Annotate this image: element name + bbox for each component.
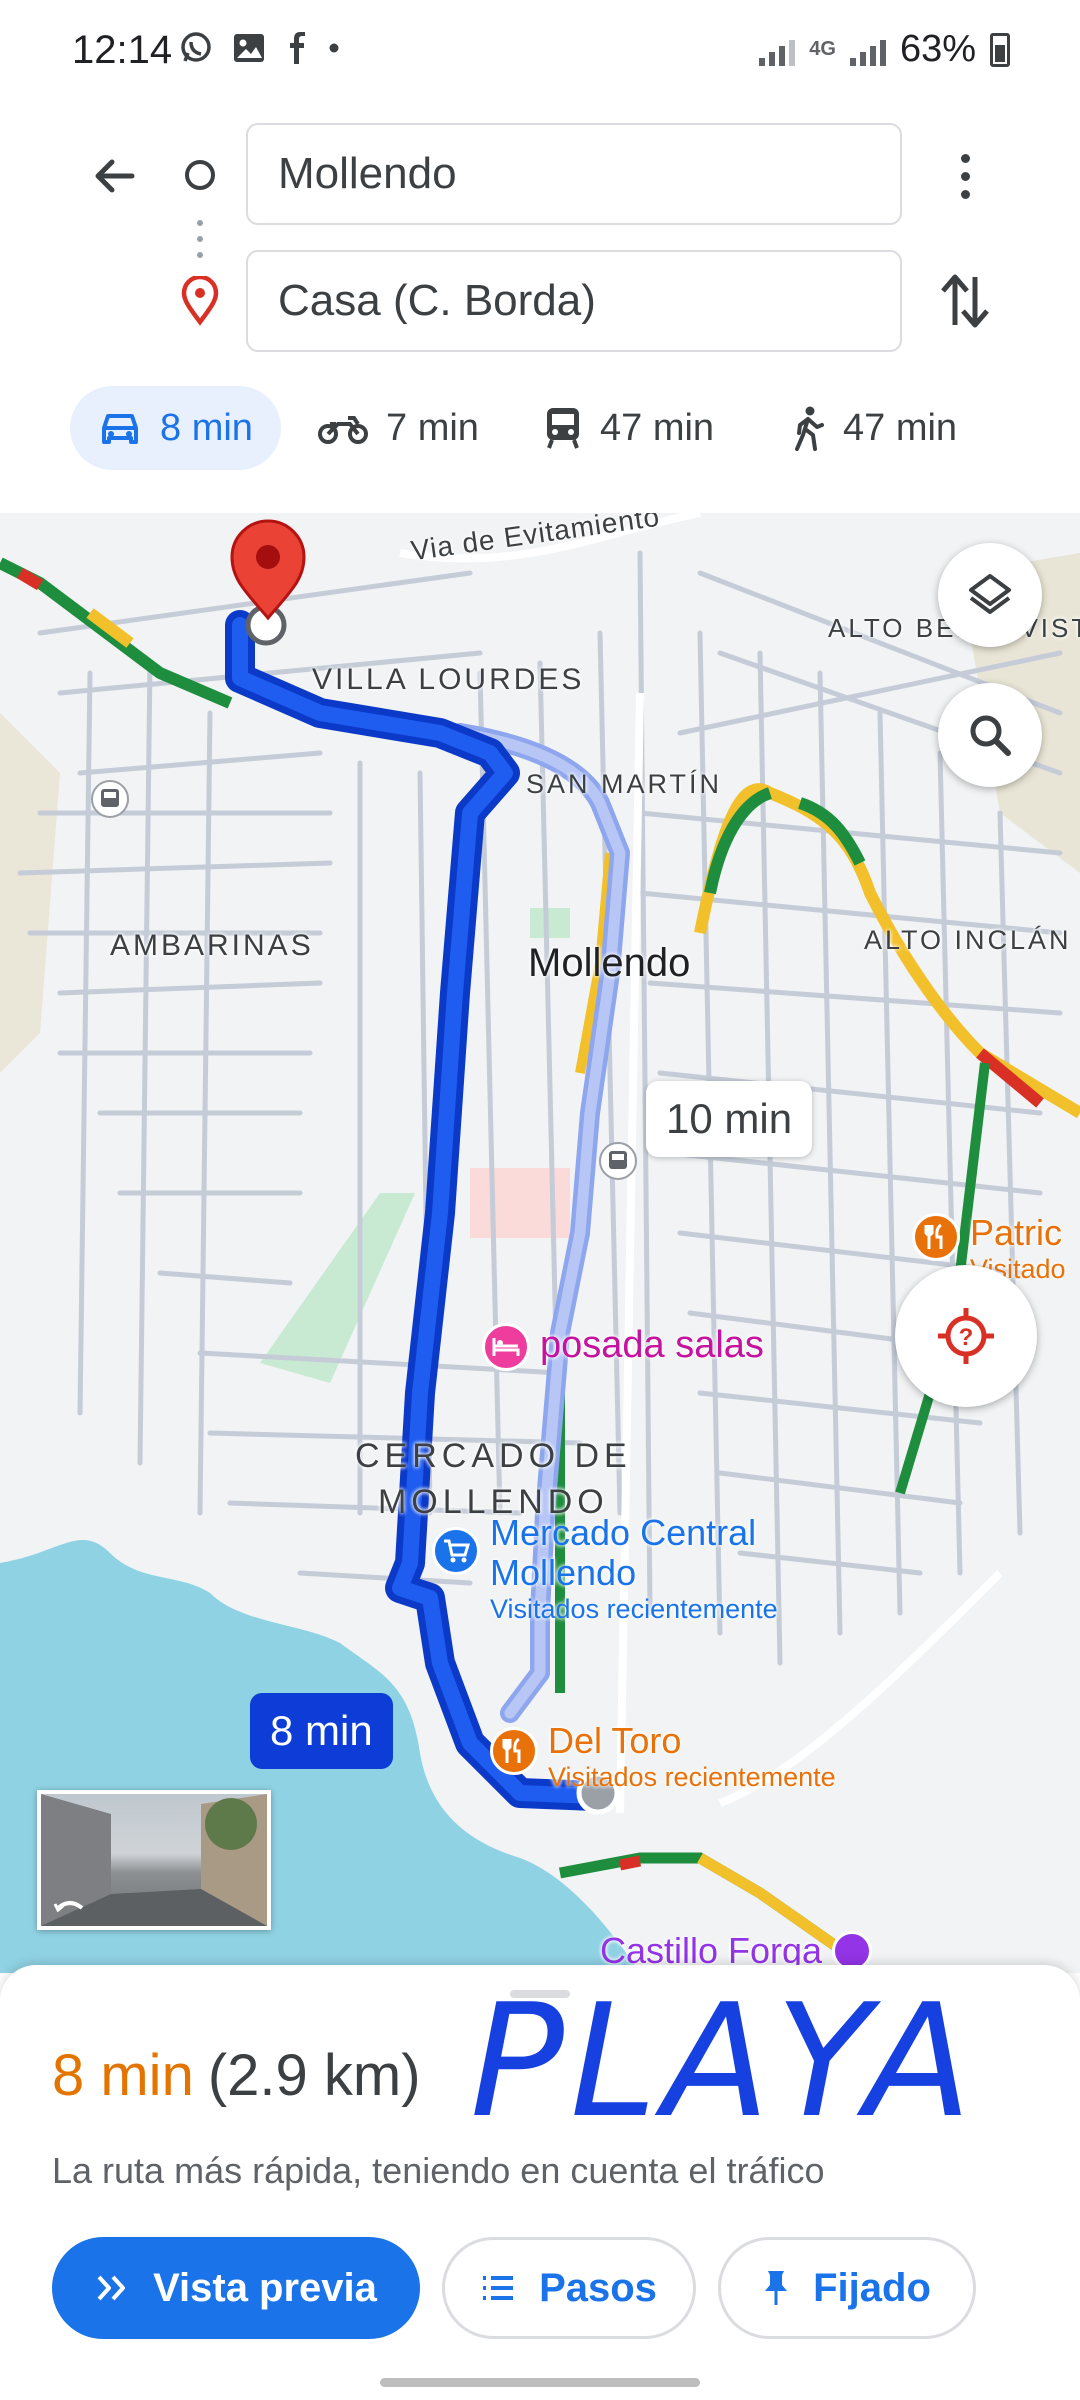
pin-label: Fijado <box>813 2265 931 2310</box>
route-summary-sheet[interactable]: 8 min (2.9 km) La ruta más rápida, tenie… <box>0 1965 1080 2400</box>
gesture-bar[interactable] <box>380 2378 700 2387</box>
pin-button[interactable]: Fijado <box>718 2237 976 2339</box>
pin-icon <box>765 2271 788 2305</box>
more-options-button[interactable] <box>935 140 995 212</box>
walk-icon <box>795 406 824 451</box>
swap-vert-icon <box>941 274 989 328</box>
hotel-icon <box>482 1323 530 1371</box>
poi-mercado-central[interactable]: Mercado Central Mollendo Visitados recient… <box>432 1513 778 1625</box>
label-san-martin: SAN MARTÍN <box>526 769 723 799</box>
layers-icon <box>969 574 1011 614</box>
street-view-image <box>41 1794 267 1926</box>
label-alto-inclan: ALTO INCLÁN <box>864 925 1072 955</box>
network-type: 4G <box>809 38 836 60</box>
destination-pin-icon <box>181 276 219 326</box>
battery-percent: 63% <box>899 28 976 70</box>
poi-del-toro[interactable]: Del Toro Visitados recientemente <box>490 1721 836 1793</box>
restaurant-icon <box>490 1727 538 1775</box>
label-ambarinas: AMBARINAS <box>110 929 314 962</box>
mode-transit-tab[interactable]: 47 min <box>516 386 742 470</box>
mode-motorcycle-tab[interactable]: 7 min <box>290 386 507 470</box>
travel-mode-tabs: 8 min 7 min 47 min 47 min <box>0 380 1080 480</box>
back-button[interactable] <box>78 140 150 212</box>
poi-posada-salas[interactable]: posada salas <box>482 1323 764 1371</box>
my-location-icon: ? <box>938 1308 994 1364</box>
route-duration: 8 min <box>52 2043 194 2108</box>
mode-walking-label: 47 min <box>843 406 958 449</box>
label-villa-lourdes: VILLA LOURDES <box>312 663 585 696</box>
facebook-icon <box>290 32 305 64</box>
shopping-cart-icon <box>432 1527 480 1575</box>
notification-dot-icon <box>329 43 339 53</box>
steps-label: Pasos <box>539 2265 657 2310</box>
signal-icon <box>759 34 796 66</box>
list-icon <box>483 2276 514 2300</box>
preview-label: Vista previa <box>153 2265 377 2310</box>
preview-button[interactable]: Vista previa <box>52 2237 420 2339</box>
route-description: La ruta más rápida, teniendo en cuenta e… <box>52 2150 825 2191</box>
mode-driving-label: 8 min <box>160 406 253 449</box>
transit-icon <box>547 408 579 449</box>
recenter-button[interactable]: ? <box>895 1265 1037 1407</box>
motorcycle-icon <box>318 416 368 444</box>
route-summary: 8 min (2.9 km) <box>52 2042 421 2109</box>
origin-value: Mollendo <box>278 149 457 198</box>
alternate-route-time[interactable]: 10 min <box>646 1081 813 1157</box>
status-bar: 12:14 4G 63% <box>0 0 1080 100</box>
battery-icon <box>990 32 1010 67</box>
label-mollendo: Mollendo <box>528 941 691 985</box>
whatsapp-icon <box>181 32 211 62</box>
origin-input[interactable]: Mollendo <box>246 123 902 225</box>
route-distance: (2.9 km) <box>207 2043 421 2108</box>
street-view-thumbnail[interactable] <box>37 1790 271 1930</box>
mode-motorcycle-label: 7 min <box>386 406 479 449</box>
mode-walking-tab[interactable]: 47 min <box>763 386 985 470</box>
route-dots <box>197 220 203 258</box>
double-chevron-icon <box>97 2275 126 2301</box>
signal-icon-2 <box>849 34 886 66</box>
swap-directions-button[interactable] <box>935 265 995 337</box>
steps-button[interactable]: Pasos <box>442 2237 696 2339</box>
selected-route-time[interactable]: 8 min <box>250 1693 393 1769</box>
search-map-button[interactable] <box>938 683 1042 787</box>
restaurant-icon <box>912 1213 960 1261</box>
origin-circle-icon <box>185 160 215 190</box>
gallery-icon <box>234 34 264 62</box>
sheet-drag-handle[interactable] <box>510 1990 570 1998</box>
destination-value: Casa (C. Borda) <box>278 276 596 325</box>
status-time: 12:14 <box>72 28 173 72</box>
mode-driving-tab[interactable]: 8 min <box>70 386 281 470</box>
mode-transit-label: 47 min <box>600 406 715 449</box>
layers-button[interactable] <box>938 543 1042 647</box>
car-icon <box>102 414 138 444</box>
arrow-back-icon <box>95 159 135 193</box>
search-icon <box>970 715 1011 756</box>
svg-text:?: ? <box>959 1324 974 1351</box>
destination-input[interactable]: Casa (C. Borda) <box>246 250 902 352</box>
route-map[interactable]: Via de Evitamiento ALTO BELLA VISTA VILL… <box>0 513 1080 1973</box>
